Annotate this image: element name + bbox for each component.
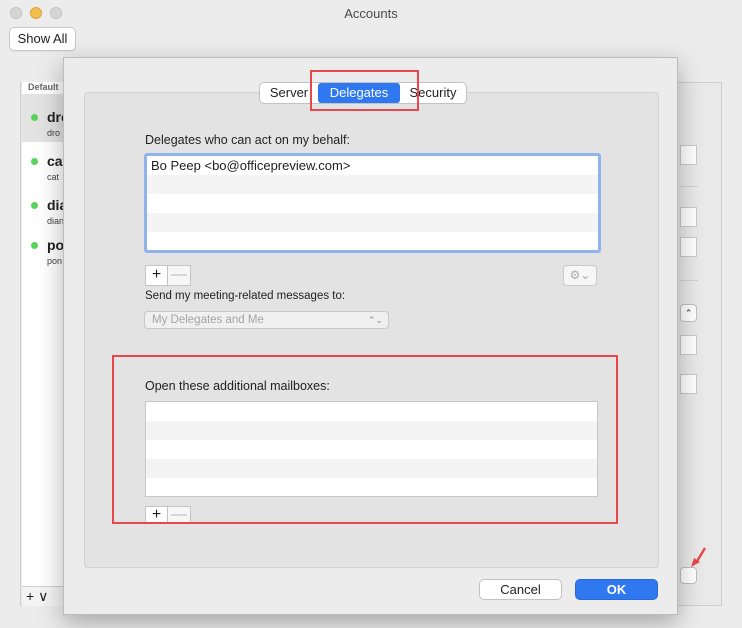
show-all-button[interactable]: Show All — [9, 27, 76, 51]
meeting-messages-select[interactable]: My Delegates and Me ⌃⌄ — [144, 311, 389, 329]
account-name: po — [47, 237, 65, 253]
accounts-list: Default dro dro cat cat dia dian po pon — [22, 82, 68, 586]
meeting-messages-label: Send my meeting-related messages to: — [145, 290, 346, 302]
meeting-messages-value: My Delegates and Me — [152, 314, 264, 326]
list-item — [146, 440, 597, 459]
tab-security[interactable]: Security — [400, 83, 466, 103]
account-field[interactable] — [680, 237, 697, 257]
mailboxes-title: Open these additional mailboxes: — [145, 379, 330, 393]
status-online-icon — [31, 202, 38, 209]
tab-delegates[interactable]: Delegates — [318, 83, 400, 103]
account-email: dro — [47, 128, 61, 138]
account-item[interactable]: cat cat — [22, 138, 68, 186]
add-delegate-button[interactable]: + — [146, 266, 168, 285]
list-item — [146, 459, 597, 478]
account-field[interactable] — [680, 207, 697, 227]
account-field[interactable] — [680, 374, 697, 394]
account-popup[interactable]: ⌃ — [680, 304, 697, 322]
add-mailbox-button[interactable]: + — [146, 507, 168, 523]
ok-button[interactable]: OK — [575, 579, 658, 600]
delegates-title: Delegates who can act on my behalf: — [145, 133, 350, 147]
list-item — [146, 421, 597, 440]
delegates-add-remove: + — — [145, 265, 191, 286]
mailboxes-list[interactable] — [145, 401, 598, 497]
list-item — [147, 175, 598, 194]
list-item — [147, 194, 598, 213]
account-item[interactable]: po pon — [22, 222, 68, 270]
cancel-button[interactable]: Cancel — [479, 579, 562, 600]
delegates-list[interactable]: Bo Peep <bo@officepreview.com> — [144, 153, 601, 253]
account-email: cat — [47, 172, 60, 182]
tab-server[interactable]: Server — [260, 83, 318, 103]
remove-mailbox-button[interactable]: — — [168, 507, 190, 523]
delegates-sheet: Delegates who can act on my behalf: Bo P… — [63, 57, 678, 615]
window-title: Accounts — [344, 6, 398, 21]
tab-content: Delegates who can act on my behalf: Bo P… — [84, 92, 659, 568]
chevron-updown-icon: ⌃⌄ — [367, 315, 383, 325]
remove-delegate-button[interactable]: — — [168, 266, 190, 285]
status-online-icon — [31, 242, 38, 249]
mailboxes-add-remove: + — — [145, 506, 191, 524]
status-online-icon — [31, 114, 38, 121]
list-item — [146, 402, 597, 421]
account-field[interactable] — [680, 335, 697, 355]
tab-bar: Server Delegates Security — [259, 82, 467, 104]
list-item[interactable]: Bo Peep <bo@officepreview.com> — [147, 156, 598, 175]
title-bar: Accounts — [0, 0, 742, 26]
annotation-arrow-icon — [691, 547, 707, 567]
account-email: pon — [47, 256, 63, 266]
status-online-icon — [31, 158, 38, 165]
separator — [145, 355, 615, 356]
add-account-button[interactable]: + ∨ — [22, 586, 68, 606]
list-item — [146, 478, 597, 497]
gear-icon[interactable]: ⚙⌄ — [563, 265, 597, 286]
accounts-list-header: Default — [28, 82, 59, 92]
account-item[interactable]: dro dro — [22, 94, 68, 142]
list-item — [147, 232, 598, 251]
separator — [680, 186, 698, 187]
account-field[interactable] — [680, 145, 697, 165]
separator — [680, 280, 698, 281]
list-item — [147, 213, 598, 232]
